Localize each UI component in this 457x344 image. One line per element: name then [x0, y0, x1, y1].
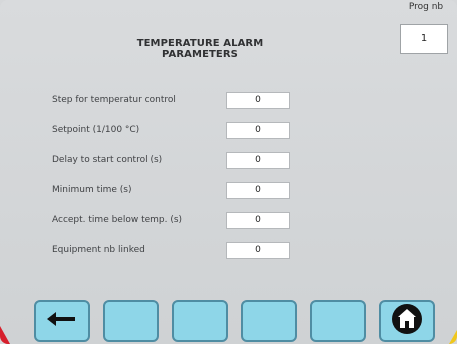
param-value-setpoint[interactable]: 0 [226, 122, 290, 139]
param-label-minimum-time: Minimum time (s) [52, 185, 132, 195]
prog-number-field[interactable]: 1 [400, 24, 448, 54]
param-label-setpoint: Setpoint (1/100 °C) [52, 125, 140, 135]
screen: TEMPERATURE ALARM PARAMETERS Prog nb 1 S… [0, 0, 457, 344]
param-value-step[interactable]: 0 [226, 92, 290, 109]
function-button-1[interactable] [103, 300, 159, 342]
prog-number-label: Prog nb [408, 2, 444, 12]
param-label-equipment: Equipment nb linked [52, 245, 145, 255]
corner-marker-red [0, 326, 10, 344]
param-value-minimum-time[interactable]: 0 [226, 182, 290, 199]
param-label-accept-time: Accept. time below temp. (s) [52, 215, 183, 225]
param-value-delay[interactable]: 0 [226, 152, 290, 169]
param-value-equipment[interactable]: 0 [226, 242, 290, 259]
function-button-2[interactable] [172, 300, 228, 342]
function-button-4[interactable] [310, 300, 366, 342]
back-arrow-icon [47, 311, 77, 331]
page-title: TEMPERATURE ALARM PARAMETERS [136, 38, 264, 60]
param-value-accept-time[interactable]: 0 [226, 212, 290, 229]
corner-marker-yellow [449, 330, 457, 344]
param-label-step: Step for temperatur control [52, 95, 176, 105]
home-button[interactable] [379, 300, 435, 342]
home-icon [391, 303, 423, 339]
function-button-3[interactable] [241, 300, 297, 342]
param-label-delay: Delay to start control (s) [52, 155, 163, 165]
back-button[interactable] [34, 300, 90, 342]
